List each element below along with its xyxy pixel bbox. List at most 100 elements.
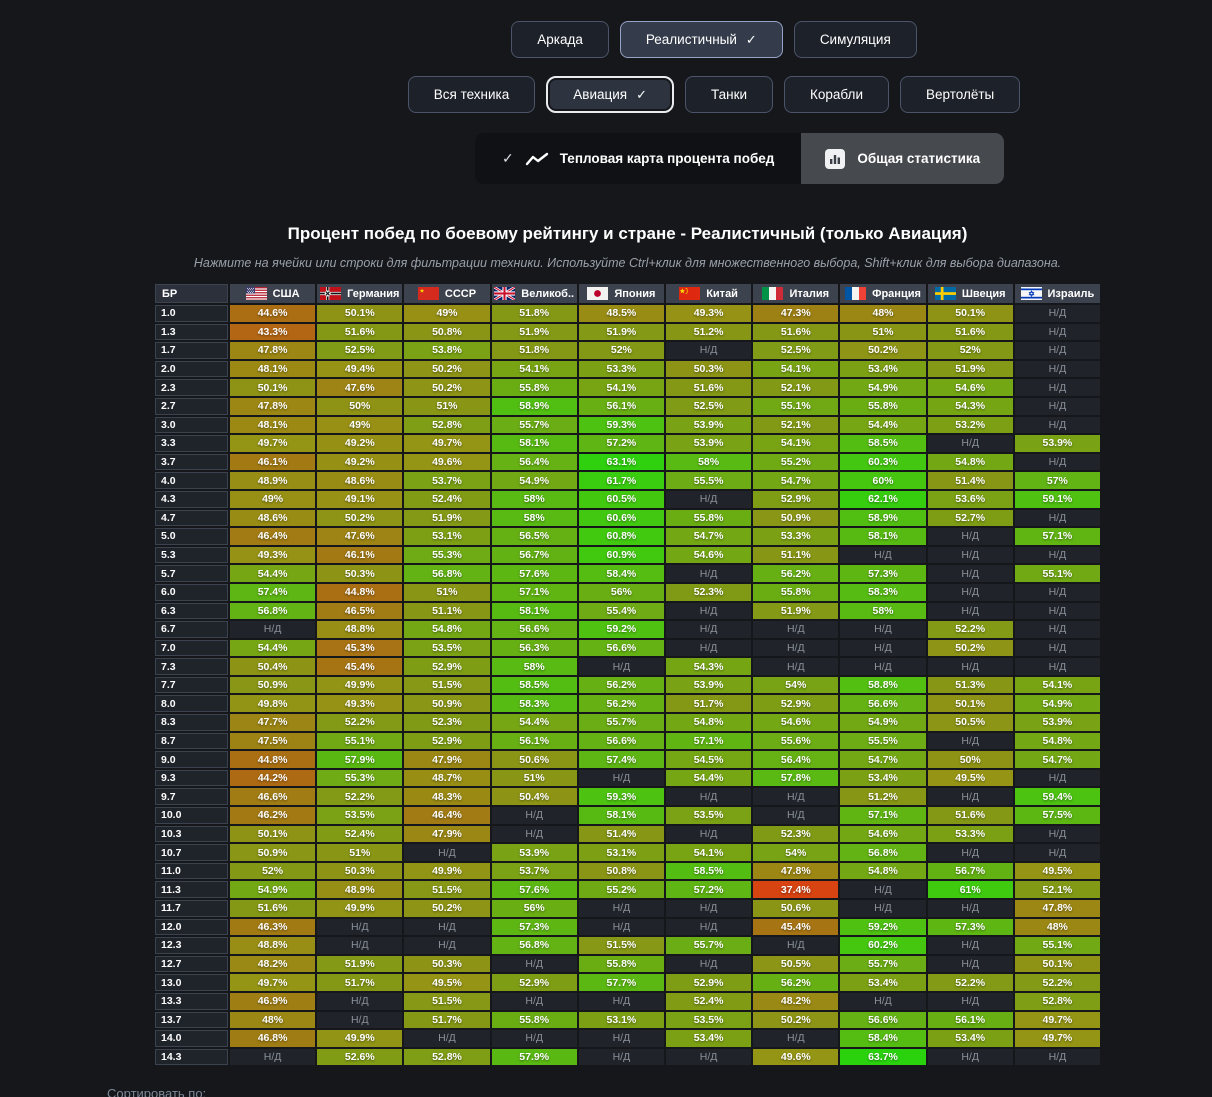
heatmap-cell[interactable]: 49.9% (317, 1030, 402, 1047)
heatmap-cell[interactable]: 58% (666, 454, 751, 471)
heatmap-cell[interactable]: 57.1% (666, 733, 751, 750)
br-row-label[interactable]: 2.0 (155, 361, 228, 378)
heatmap-cell[interactable]: 54.9% (1015, 695, 1100, 712)
heatmap-cell[interactable]: 47.6% (317, 528, 402, 545)
heatmap-cell[interactable]: 60% (840, 472, 925, 489)
heatmap-cell[interactable]: Н/Д (1015, 454, 1100, 471)
view-toggle-heatmap[interactable]: ✓ Тепловая карта процента побед (475, 133, 801, 184)
heatmap-cell[interactable]: Н/Д (1015, 603, 1100, 620)
heatmap-cell[interactable]: 56.8% (404, 565, 489, 582)
br-row-label[interactable]: 5.3 (155, 547, 228, 564)
heatmap-cell[interactable]: Н/Д (317, 937, 402, 954)
heatmap-cell[interactable]: 60.3% (840, 454, 925, 471)
heatmap-cell[interactable]: Н/Д (1015, 826, 1100, 843)
heatmap-cell[interactable]: 51.2% (840, 788, 925, 805)
heatmap-cell[interactable]: 51.9% (492, 324, 577, 341)
heatmap-cell[interactable]: 53.9% (666, 677, 751, 694)
heatmap-cell[interactable]: 50.2% (840, 342, 925, 359)
heatmap-cell[interactable]: 50.1% (317, 305, 402, 322)
heatmap-cell[interactable]: 50.2% (404, 379, 489, 396)
heatmap-cell[interactable]: 53.4% (666, 1030, 751, 1047)
heatmap-cell[interactable]: 46.4% (230, 528, 315, 545)
heatmap-cell[interactable]: Н/Д (579, 658, 664, 675)
heatmap-cell[interactable]: 54.1% (753, 361, 838, 378)
br-row-label[interactable]: 1.7 (155, 342, 228, 359)
heatmap-cell[interactable]: 52.9% (404, 658, 489, 675)
heatmap-cell[interactable]: 49.8% (230, 695, 315, 712)
heatmap-cell[interactable]: 51.6% (666, 379, 751, 396)
mode-tab-arcade[interactable]: Аркада (511, 21, 609, 58)
heatmap-cell[interactable]: 52.3% (404, 714, 489, 731)
heatmap-cell[interactable]: 52.8% (404, 1049, 489, 1066)
heatmap-cell[interactable]: Н/Д (753, 807, 838, 824)
heatmap-cell[interactable]: 54.9% (840, 379, 925, 396)
heatmap-cell[interactable]: 51.8% (492, 342, 577, 359)
heatmap-cell[interactable]: 56.2% (579, 695, 664, 712)
heatmap-cell[interactable]: Н/Д (230, 621, 315, 638)
heatmap-cell[interactable]: Н/Д (840, 658, 925, 675)
heatmap-cell[interactable]: 58.3% (840, 584, 925, 601)
heatmap-cell[interactable]: 59.2% (840, 919, 925, 936)
heatmap-cell[interactable]: 53.9% (666, 417, 751, 434)
heatmap-cell[interactable]: Н/Д (1015, 305, 1100, 322)
heatmap-cell[interactable]: Н/Д (666, 956, 751, 973)
heatmap-cell[interactable]: 50.9% (753, 510, 838, 527)
heatmap-cell[interactable]: Н/Д (928, 788, 1013, 805)
heatmap-cell[interactable]: 50.8% (579, 863, 664, 880)
heatmap-cell[interactable]: 55.8% (753, 584, 838, 601)
heatmap-cell[interactable]: 53.4% (840, 770, 925, 787)
heatmap-cell[interactable]: 56.6% (492, 621, 577, 638)
heatmap-cell[interactable]: 54.7% (666, 528, 751, 545)
heatmap-cell[interactable]: 47.8% (230, 398, 315, 415)
heatmap-cell[interactable]: 50.1% (1015, 956, 1100, 973)
heatmap-cell[interactable]: 47.5% (230, 733, 315, 750)
br-row-label[interactable]: 11.7 (155, 900, 228, 917)
heatmap-cell[interactable]: 50.5% (753, 956, 838, 973)
br-row-label[interactable]: 9.7 (155, 788, 228, 805)
heatmap-cell[interactable]: 54.6% (840, 826, 925, 843)
heatmap-cell[interactable]: 49.5% (1015, 863, 1100, 880)
heatmap-cell[interactable]: 52.1% (753, 417, 838, 434)
heatmap-cell[interactable]: 58.1% (492, 435, 577, 452)
heatmap-cell[interactable]: 54.9% (230, 881, 315, 898)
heatmap-cell[interactable]: Н/Д (666, 621, 751, 638)
heatmap-cell[interactable]: 54% (753, 844, 838, 861)
br-row-label[interactable]: 7.3 (155, 658, 228, 675)
heatmap-cell[interactable]: Н/Д (840, 640, 925, 657)
heatmap-cell[interactable]: 54.6% (928, 379, 1013, 396)
br-row-label[interactable]: 3.0 (155, 417, 228, 434)
heatmap-cell[interactable]: 44.8% (230, 751, 315, 768)
heatmap-cell[interactable]: 51.6% (753, 324, 838, 341)
heatmap-cell[interactable]: 53.2% (928, 417, 1013, 434)
heatmap-cell[interactable]: 50.9% (230, 677, 315, 694)
heatmap-cell[interactable]: 46.1% (317, 547, 402, 564)
heatmap-cell[interactable]: 51.5% (404, 881, 489, 898)
br-row-label[interactable]: 10.0 (155, 807, 228, 824)
heatmap-cell[interactable]: 55.8% (666, 510, 751, 527)
heatmap-cell[interactable]: 55.2% (753, 454, 838, 471)
heatmap-cell[interactable]: 50.1% (928, 305, 1013, 322)
heatmap-cell[interactable]: Н/Д (666, 565, 751, 582)
heatmap-cell[interactable]: 37.4% (753, 881, 838, 898)
heatmap-cell[interactable]: 46.3% (230, 919, 315, 936)
heatmap-cell[interactable]: Н/Д (666, 491, 751, 508)
heatmap-cell[interactable]: 55.7% (492, 417, 577, 434)
br-row-label[interactable]: 1.0 (155, 305, 228, 322)
br-row-label[interactable]: 2.7 (155, 398, 228, 415)
heatmap-cell[interactable]: 59.3% (579, 788, 664, 805)
heatmap-cell[interactable]: 56.1% (579, 398, 664, 415)
heatmap-cell[interactable]: Н/Д (1015, 547, 1100, 564)
heatmap-cell[interactable]: 53.4% (840, 974, 925, 991)
br-row-label[interactable]: 12.0 (155, 919, 228, 936)
br-row-label[interactable]: 10.3 (155, 826, 228, 843)
heatmap-cell[interactable]: Н/Д (492, 826, 577, 843)
heatmap-cell[interactable]: Н/Д (753, 937, 838, 954)
heatmap-cell[interactable]: 54.7% (840, 751, 925, 768)
heatmap-cell[interactable]: 54.9% (492, 472, 577, 489)
heatmap-cell[interactable]: 46.8% (230, 1030, 315, 1047)
heatmap-cell[interactable]: 49% (317, 417, 402, 434)
heatmap-cell[interactable]: 50.2% (317, 510, 402, 527)
heatmap-cell[interactable]: 54.6% (753, 714, 838, 731)
heatmap-cell[interactable]: 59.1% (1015, 491, 1100, 508)
heatmap-cell[interactable]: Н/Д (666, 603, 751, 620)
